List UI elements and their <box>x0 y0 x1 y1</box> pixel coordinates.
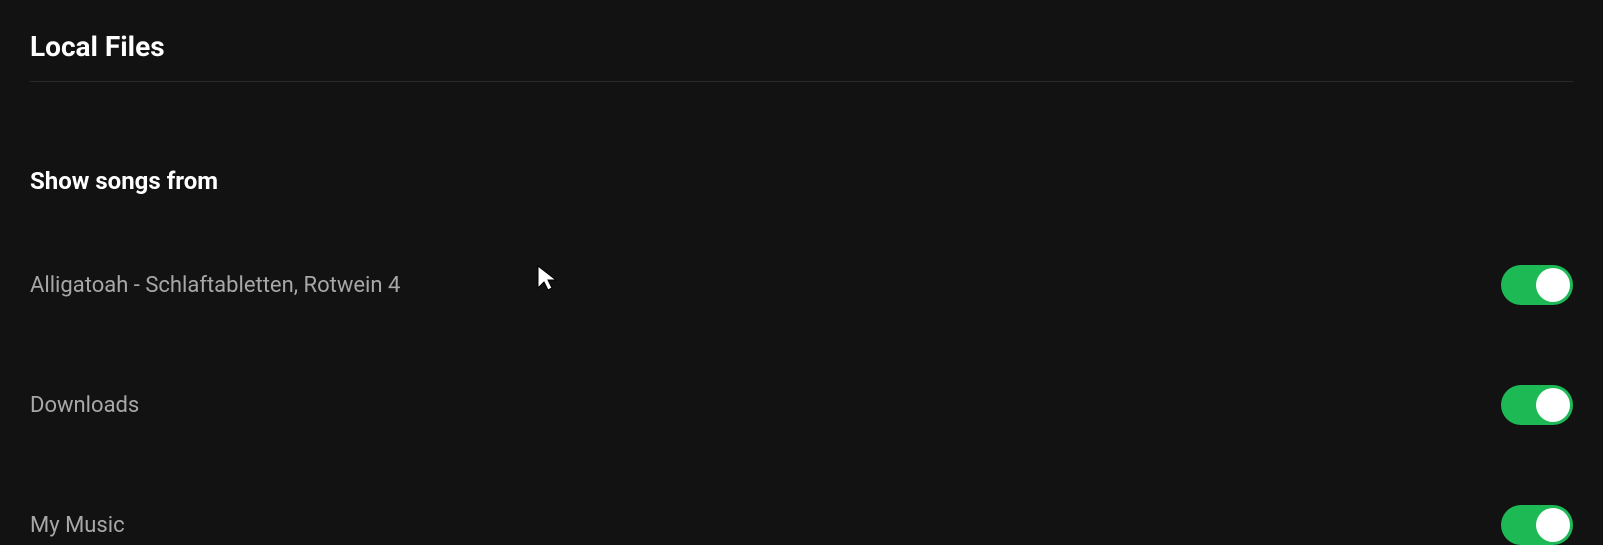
source-toggle-2[interactable] <box>1501 505 1573 545</box>
source-toggle-0[interactable] <box>1501 265 1573 305</box>
section-title: Local Files <box>30 30 1573 63</box>
subsection-title: Show songs from <box>30 167 1573 195</box>
source-label: Alligatoah - Schlaftabletten, Rotwein 4 <box>30 273 400 298</box>
source-row: Alligatoah - Schlaftabletten, Rotwein 4 <box>30 265 1573 305</box>
toggle-knob <box>1536 268 1570 302</box>
source-toggle-1[interactable] <box>1501 385 1573 425</box>
toggle-knob <box>1536 508 1570 542</box>
toggle-knob <box>1536 388 1570 422</box>
section-divider <box>30 81 1573 82</box>
source-row: My Music <box>30 505 1573 545</box>
source-label: My Music <box>30 513 125 538</box>
source-row: Downloads <box>30 385 1573 425</box>
source-label: Downloads <box>30 393 139 418</box>
